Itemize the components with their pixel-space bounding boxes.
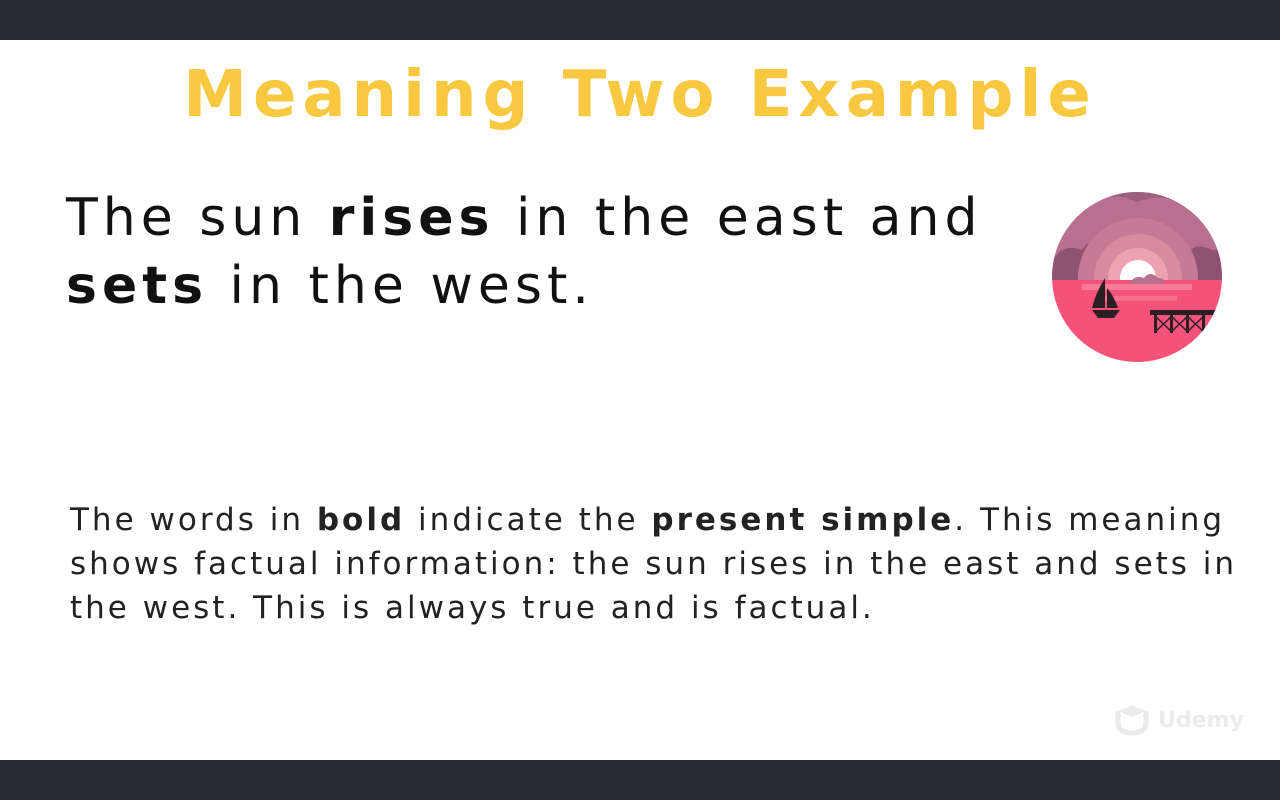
sentence-text-2: in the east and — [494, 188, 983, 248]
slide: Meaning Two Example The sun rises in the… — [0, 40, 1280, 760]
explanation-paragraph: The words in bold indicate the present s… — [70, 498, 1240, 630]
sunset-boat-pier-icon — [1052, 192, 1222, 362]
explanation-text-1: The words in — [70, 502, 317, 538]
udemy-logo-icon — [1115, 705, 1149, 736]
explanation-bold-bold: bold — [316, 502, 406, 538]
explanation-bold-present-simple: present simple — [651, 502, 955, 538]
slide-title: Meaning Two Example — [183, 58, 1097, 132]
sentence-bold-rises: rises — [328, 188, 495, 248]
example-sentence: The sun rises in the east and sets in the… — [66, 184, 1026, 320]
explanation-text-2: indicate the — [405, 502, 652, 538]
letterbox-bottom — [0, 760, 1280, 800]
sentence-bold-sets: sets — [66, 256, 209, 316]
video-frame: Meaning Two Example The sun rises in the… — [0, 0, 1280, 800]
sentence-text-3: in the west. — [208, 256, 594, 316]
sentence-text-1: The sun — [66, 188, 329, 248]
udemy-watermark: Udemy — [1112, 700, 1272, 740]
letterbox-top — [0, 0, 1280, 40]
udemy-watermark-text: Udemy — [1158, 707, 1244, 733]
